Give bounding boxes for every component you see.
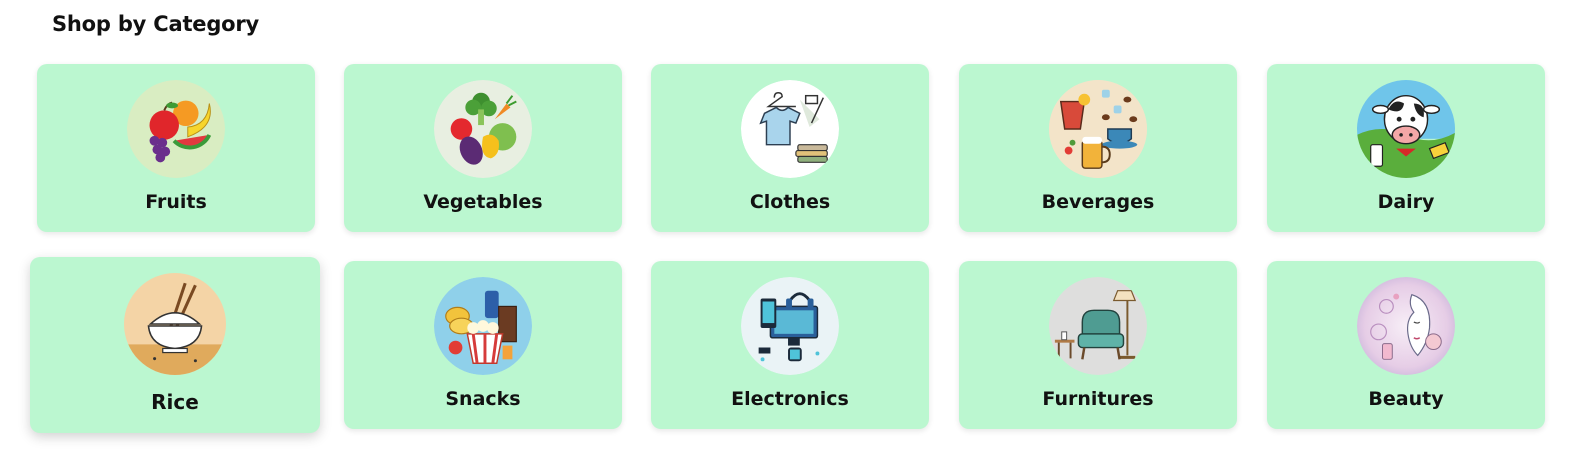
category-label: Fruits <box>145 191 207 213</box>
electronics-icon <box>741 277 839 375</box>
category-card-beauty[interactable]: Beauty <box>1267 261 1545 429</box>
category-card-electronics[interactable]: Electronics <box>651 261 929 429</box>
furnitures-icon <box>1049 277 1147 375</box>
category-label: Dairy <box>1377 191 1435 213</box>
category-label: Vegetables <box>423 191 543 213</box>
category-card-clothes[interactable]: Clothes <box>651 64 929 232</box>
category-card-furnitures[interactable]: Furnitures <box>959 261 1237 429</box>
category-label: Furnitures <box>1042 388 1154 410</box>
category-label: Clothes <box>749 191 831 213</box>
clothes-icon <box>741 80 839 178</box>
category-label: Rice <box>151 390 199 414</box>
dairy-icon <box>1357 80 1455 178</box>
fruits-icon <box>127 80 225 178</box>
category-card-beverages[interactable]: Beverages <box>959 64 1237 232</box>
beauty-icon <box>1357 277 1455 375</box>
snacks-icon <box>434 277 532 375</box>
category-label: Beauty <box>1368 388 1444 410</box>
category-label: Electronics <box>731 388 849 410</box>
category-label: Snacks <box>445 388 521 410</box>
category-card-dairy[interactable]: Dairy <box>1267 64 1545 232</box>
category-card-vegetables[interactable]: Vegetables <box>344 64 622 232</box>
beverages-icon <box>1049 80 1147 178</box>
category-card-rice[interactable]: Rice <box>30 257 320 433</box>
vegetables-icon <box>434 80 532 178</box>
rice-icon <box>124 273 226 375</box>
category-card-snacks[interactable]: Snacks <box>344 261 622 429</box>
category-card-fruits[interactable]: Fruits <box>37 64 315 232</box>
category-label: Beverages <box>1041 191 1155 213</box>
section-title: Shop by Category <box>52 12 260 36</box>
